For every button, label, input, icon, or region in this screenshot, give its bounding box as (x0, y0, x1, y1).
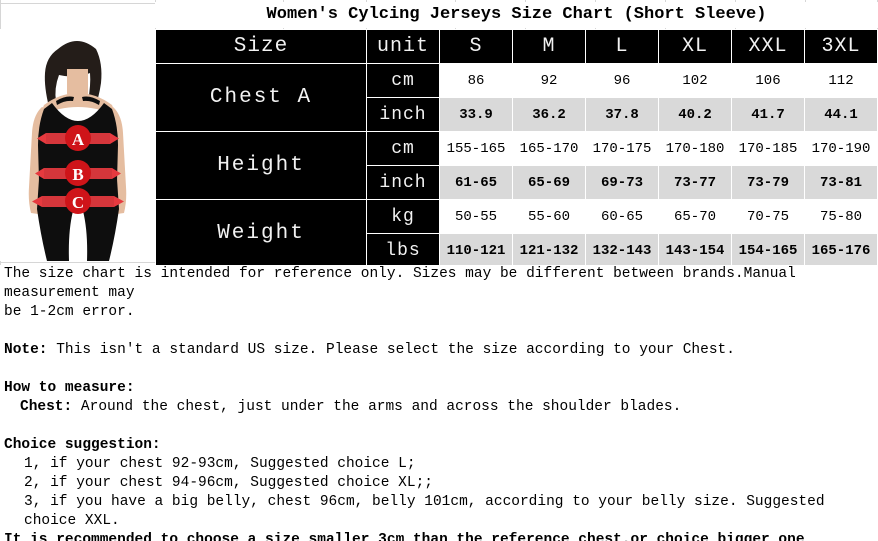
chest-label: Chest: (20, 399, 73, 415)
value-cell: 170-190 (804, 131, 878, 166)
unit-cell-inch: inch (366, 165, 440, 200)
notes-section: The size chart is intended for reference… (0, 265, 878, 541)
unit-cell-lbs: lbs (366, 233, 440, 268)
header-size: Size (155, 29, 367, 64)
value-cell: 96 (585, 63, 659, 98)
disclaimer-line-2: be 1-2cm error. (4, 304, 135, 320)
header-size-l: L (585, 29, 659, 64)
value-cell: 132-143 (585, 233, 659, 268)
svg-text:B: B (72, 165, 83, 184)
spacer-3 (0, 417, 878, 436)
note-label: Note: (4, 342, 48, 358)
measure-label-weight: Weight (155, 199, 367, 268)
value-cell: 165-170 (512, 131, 586, 166)
spacer-2 (0, 360, 878, 379)
header-size-3xl: 3XL (804, 29, 878, 64)
value-cell: 50-55 (439, 199, 513, 234)
value-cell: 73-77 (658, 165, 732, 200)
how-to-measure-heading: How to measure: (4, 380, 135, 396)
disclaimer-line-1: The size chart is intended for reference… (4, 266, 805, 301)
value-cell: 44.1 (804, 97, 878, 132)
spacer-1 (0, 322, 878, 341)
value-cell: 36.2 (512, 97, 586, 132)
model-measurement-photo: A B C (0, 29, 155, 261)
svg-text:C: C (72, 193, 84, 212)
choice-suggestion-list: 1, if your chest 92-93cm, Suggested choi… (0, 455, 878, 531)
value-cell: 170-175 (585, 131, 659, 166)
table-row: Height cm 155-165 165-170 170-175 170-180 170-… (155, 131, 878, 200)
value-cell: 33.9 (439, 97, 513, 132)
header-size-xxl: XXL (731, 29, 805, 64)
unit-cell-cm: cm (366, 131, 440, 166)
value-cell: 60-65 (585, 199, 659, 234)
size-chart-page: A B C Women's Cylcing Jerseys Size Chart… (0, 0, 878, 541)
value-cell: 65-69 (512, 165, 586, 200)
table-row: Weight kg 50-55 55-60 60-65 65-70 70-75 75-80 (155, 199, 878, 268)
value-cell: 69-73 (585, 165, 659, 200)
unit-cell-cm: cm (366, 63, 440, 98)
value-cell: 106 (731, 63, 805, 98)
table-header-row: Size unit S M L XL XXL 3XL (155, 29, 878, 64)
header-size-m: M (512, 29, 586, 64)
value-cell: 61-65 (439, 165, 513, 200)
recommend-line-1: It is recommended to choose a size small… (4, 532, 805, 541)
value-cell: 40.2 (658, 97, 732, 132)
header-size-s: S (439, 29, 513, 64)
table-row: Chest Acm 86 92 96 102 106 112 (155, 63, 878, 132)
value-cell: 73-81 (804, 165, 878, 200)
size-chart-table: Size unit S M L XL XXL 3XL Chest Acm 86 92 96 102 106… (155, 29, 878, 268)
note-text: This isn't a standard US size. Please se… (47, 342, 735, 358)
how-to-measure-chest: Chest: Around the chest, just under the … (0, 398, 878, 417)
note-paragraph: Note: This isn't a standard US size. Ple… (0, 341, 878, 360)
value-cell: 75-80 (804, 199, 878, 234)
choice-suggestion-item: 2, if your chest 94-96cm, Suggested choi… (24, 475, 433, 491)
value-cell: 154-165 (731, 233, 805, 268)
model-illustration: A B C (0, 29, 155, 261)
value-cell: 70-75 (731, 199, 805, 234)
choice-suggestion-heading: Choice suggestion: (4, 437, 161, 453)
value-cell: 170-180 (658, 131, 732, 166)
choice-suggestion-item: 1, if your chest 92-93cm, Suggested choi… (24, 456, 416, 472)
value-cell: 86 (439, 63, 513, 98)
measure-label-chest-a: Chest A (155, 63, 367, 132)
value-cell: 55-60 (512, 199, 586, 234)
value-cell: 155-165 (439, 131, 513, 166)
header-size-xl: XL (658, 29, 732, 64)
value-cell: 143-154 (658, 233, 732, 268)
svg-text:A: A (72, 130, 85, 149)
value-cell: 41.7 (731, 97, 805, 132)
page-title: Women's Cylcing Jerseys Size Chart (Shor… (155, 2, 878, 28)
value-cell: 73-79 (731, 165, 805, 200)
value-cell: 92 (512, 63, 586, 98)
measure-label-height: Height (155, 131, 367, 200)
value-cell: 165-176 (804, 233, 878, 268)
unit-cell-inch: inch (366, 97, 440, 132)
value-cell: 170-185 (731, 131, 805, 166)
value-cell: 121-132 (512, 233, 586, 268)
value-cell: 102 (658, 63, 732, 98)
chest-text: Around the chest, just under the arms an… (72, 399, 682, 415)
header-unit: unit (366, 29, 440, 64)
value-cell: 65-70 (658, 199, 732, 234)
choice-suggestion-item: 3, if you have a big belly, chest 96cm, … (24, 494, 834, 529)
unit-cell-kg: kg (366, 199, 440, 234)
value-cell: 112 (804, 63, 878, 98)
value-cell: 37.8 (585, 97, 659, 132)
value-cell: 110-121 (439, 233, 513, 268)
